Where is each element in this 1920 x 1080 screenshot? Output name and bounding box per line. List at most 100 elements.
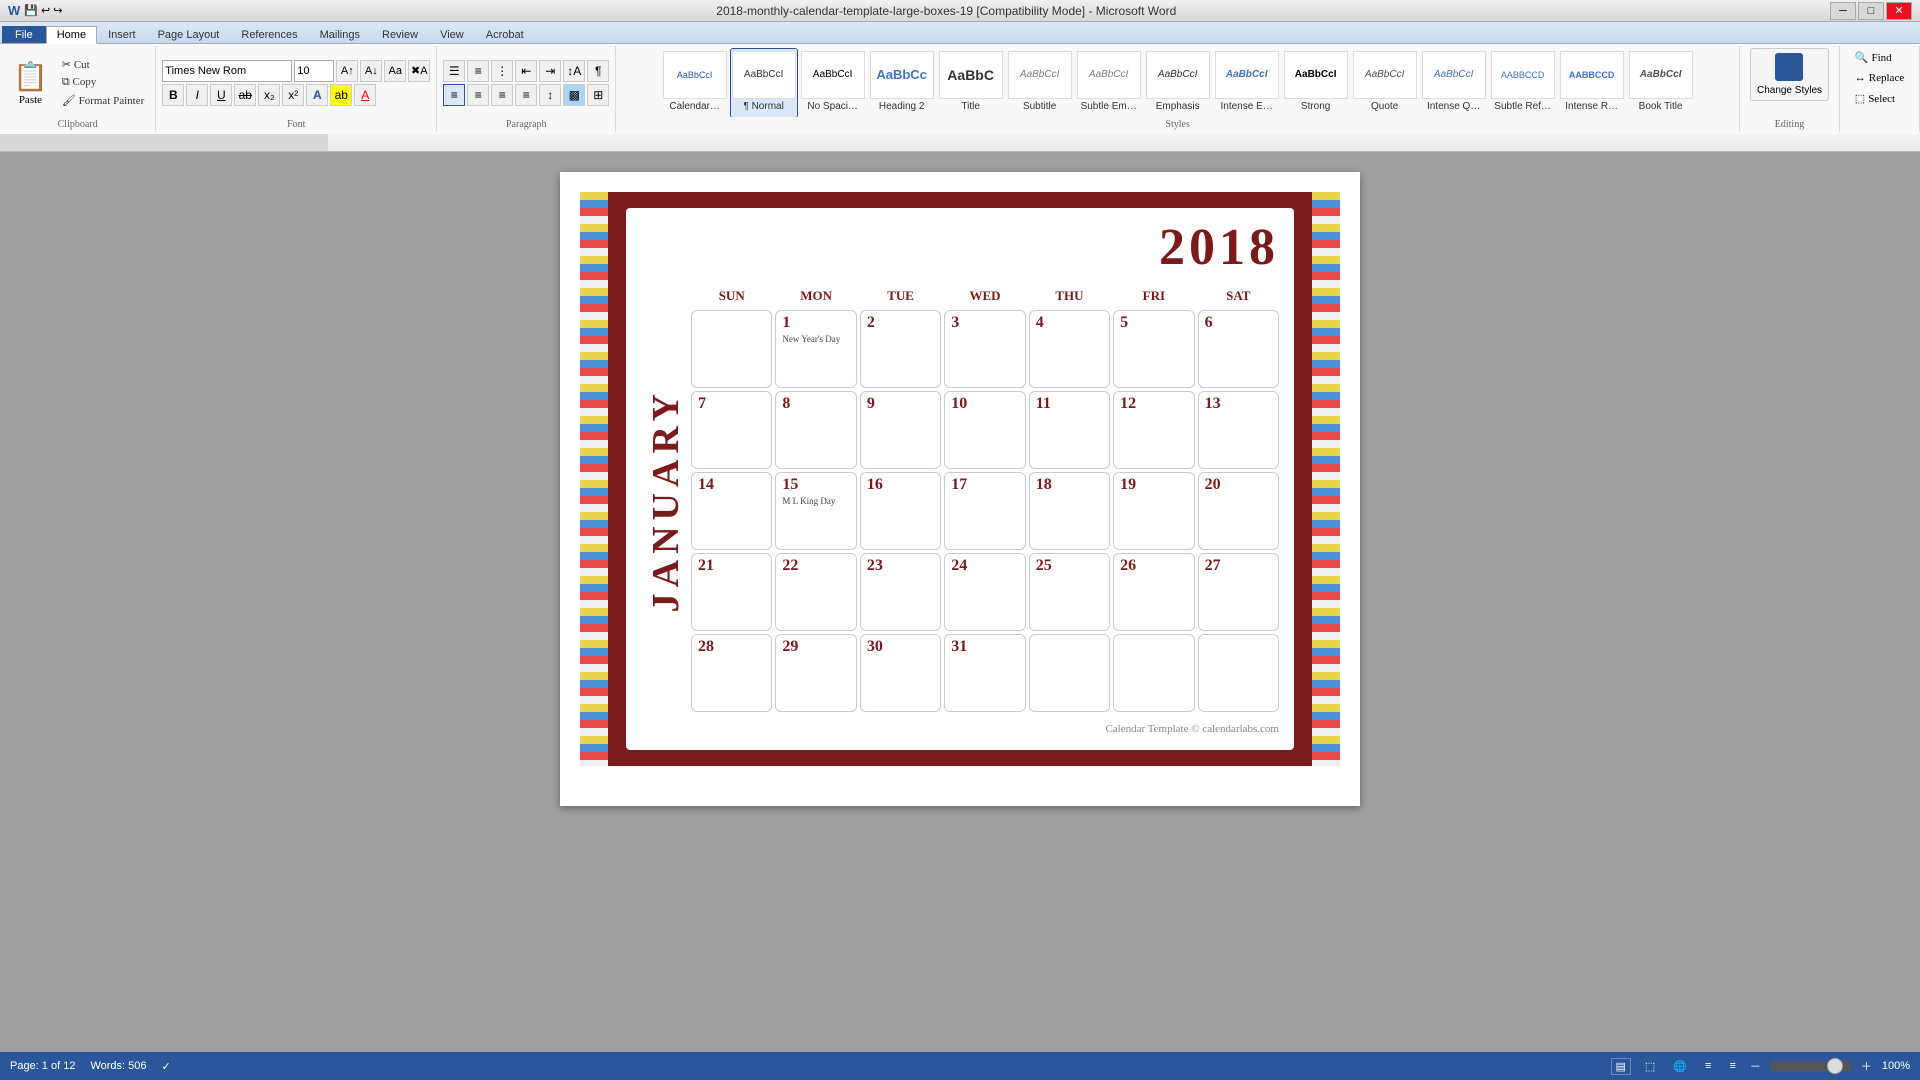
- copy-button[interactable]: ⧉ Copy: [57, 74, 149, 91]
- tab-references[interactable]: References: [230, 26, 308, 43]
- tab-review[interactable]: Review: [371, 26, 429, 43]
- strikethrough-button[interactable]: ab: [234, 84, 256, 106]
- cal-cell-18[interactable]: 18: [1029, 472, 1110, 550]
- cal-cell-8[interactable]: 8: [775, 391, 856, 469]
- cal-cell-31[interactable]: 31: [944, 634, 1025, 712]
- cal-cell-9[interactable]: 9: [860, 391, 941, 469]
- superscript-button[interactable]: x²: [282, 84, 304, 106]
- style-item-title[interactable]: AaBbC Title: [937, 48, 1005, 117]
- increase-indent-button[interactable]: ⇥: [539, 60, 561, 82]
- style-item-h2[interactable]: AaBbCc Heading 2: [868, 48, 936, 117]
- cal-cell-2[interactable]: 2: [860, 310, 941, 388]
- zoom-slider[interactable]: [1771, 1061, 1851, 1071]
- underline-button[interactable]: U: [210, 84, 232, 106]
- style-item-intenseref[interactable]: AABBCCD Intense R…: [1558, 48, 1626, 117]
- cal-cell-26[interactable]: 26: [1113, 553, 1194, 631]
- bold-button[interactable]: B: [162, 84, 184, 106]
- tab-acrobat[interactable]: Acrobat: [475, 26, 535, 43]
- font-family-input[interactable]: [162, 60, 292, 82]
- zoom-out-button[interactable]: －: [1750, 1058, 1761, 1074]
- view-print-button[interactable]: ▤: [1611, 1058, 1631, 1075]
- align-center-button[interactable]: ≡: [467, 84, 489, 106]
- cut-button[interactable]: ✂ Cut: [57, 56, 149, 73]
- justify-button[interactable]: ≡: [515, 84, 537, 106]
- cal-cell-24[interactable]: 24: [944, 553, 1025, 631]
- cal-cell-4[interactable]: 4: [1029, 310, 1110, 388]
- decrease-indent-button[interactable]: ⇤: [515, 60, 537, 82]
- style-item-booktitle[interactable]: AaBbCcI Book Title: [1627, 48, 1695, 117]
- view-full-button[interactable]: ⬚: [1641, 1059, 1659, 1074]
- style-item-subtleem[interactable]: AaBbCcI Subtle Em…: [1075, 48, 1143, 117]
- minimize-button[interactable]: ─: [1830, 2, 1856, 20]
- bullets-button[interactable]: ☰: [443, 60, 465, 82]
- maximize-button[interactable]: □: [1858, 2, 1884, 20]
- close-button[interactable]: ✕: [1886, 2, 1912, 20]
- cal-cell-5[interactable]: 5: [1113, 310, 1194, 388]
- highlight-button[interactable]: ab: [330, 84, 352, 106]
- view-outline-button[interactable]: ≡: [1701, 1059, 1715, 1073]
- cal-cell-25[interactable]: 25: [1029, 553, 1110, 631]
- style-item-intenseem[interactable]: AaBbCcI Intense E…: [1213, 48, 1281, 117]
- style-item-subtitle[interactable]: AaBbCcI Subtitle: [1006, 48, 1074, 117]
- find-button[interactable]: 🔍 Find: [1850, 48, 1897, 67]
- style-item-normal[interactable]: AaBbCcI ¶ Normal: [730, 48, 798, 117]
- tab-page-layout[interactable]: Page Layout: [147, 26, 231, 43]
- style-item-quote[interactable]: AaBbCcI Quote: [1351, 48, 1419, 117]
- numbering-button[interactable]: ≡: [467, 60, 489, 82]
- show-hide-button[interactable]: ¶: [587, 60, 609, 82]
- cal-cell-23[interactable]: 23: [860, 553, 941, 631]
- zoom-in-button[interactable]: ＋: [1861, 1058, 1872, 1074]
- tab-insert[interactable]: Insert: [97, 26, 147, 43]
- change-styles-button[interactable]: Change Styles: [1750, 48, 1829, 101]
- multilevel-button[interactable]: ⋮: [491, 60, 513, 82]
- format-painter-button[interactable]: 🖌 Format Painter: [57, 92, 149, 109]
- change-case-button[interactable]: Aa: [384, 60, 406, 82]
- spell-check-icon[interactable]: ✓: [162, 1060, 171, 1073]
- cal-cell-12[interactable]: 12: [1113, 391, 1194, 469]
- align-right-button[interactable]: ≡: [491, 84, 513, 106]
- cal-cell-19[interactable]: 19: [1113, 472, 1194, 550]
- sort-button[interactable]: ↕A: [563, 60, 585, 82]
- cal-cell-21[interactable]: 21: [691, 553, 772, 631]
- tab-mailings[interactable]: Mailings: [309, 26, 371, 43]
- style-item-subtleref[interactable]: AABBCCD Subtle Ref…: [1489, 48, 1557, 117]
- cal-cell-17[interactable]: 17: [944, 472, 1025, 550]
- tab-file[interactable]: File: [2, 26, 46, 43]
- cal-cell-15[interactable]: 15 M L King Day: [775, 472, 856, 550]
- style-item-strong[interactable]: AaBbCcI Strong: [1282, 48, 1350, 117]
- cal-cell-22[interactable]: 22: [775, 553, 856, 631]
- select-button[interactable]: ⬚ Select: [1850, 89, 1900, 108]
- style-item-emphasis[interactable]: AaBbCcI Emphasis: [1144, 48, 1212, 117]
- cal-cell-6[interactable]: 6: [1198, 310, 1279, 388]
- cal-cell-16[interactable]: 16: [860, 472, 941, 550]
- font-grow-button[interactable]: A↑: [336, 60, 358, 82]
- replace-button[interactable]: ↔ Replace: [1850, 69, 1909, 87]
- text-effect-button[interactable]: A: [306, 84, 328, 106]
- zoom-level[interactable]: 100%: [1882, 1060, 1910, 1072]
- view-web-button[interactable]: 🌐: [1669, 1059, 1691, 1074]
- clear-formatting-button[interactable]: ✖A: [408, 60, 430, 82]
- cal-cell-14[interactable]: 14: [691, 472, 772, 550]
- cal-cell-27[interactable]: 27: [1198, 553, 1279, 631]
- view-draft-button[interactable]: ≡: [1725, 1059, 1739, 1073]
- cal-cell-20[interactable]: 20: [1198, 472, 1279, 550]
- cal-cell-10[interactable]: 10: [944, 391, 1025, 469]
- tab-view[interactable]: View: [429, 26, 475, 43]
- font-size-input[interactable]: [294, 60, 334, 82]
- cal-cell-13[interactable]: 13: [1198, 391, 1279, 469]
- shading-button[interactable]: ▩: [563, 84, 585, 106]
- line-spacing-button[interactable]: ↕: [539, 84, 561, 106]
- style-item-intenseq[interactable]: AaBbCcI Intense Q…: [1420, 48, 1488, 117]
- cal-cell-7[interactable]: 7: [691, 391, 772, 469]
- cal-cell-29[interactable]: 29: [775, 634, 856, 712]
- font-color-button[interactable]: A: [354, 84, 376, 106]
- paste-button[interactable]: 📋 Paste: [6, 57, 55, 109]
- title-bar-controls[interactable]: ─ □ ✕: [1830, 2, 1912, 20]
- subscript-button[interactable]: x₂: [258, 84, 280, 106]
- cal-cell-3[interactable]: 3: [944, 310, 1025, 388]
- font-shrink-button[interactable]: A↓: [360, 60, 382, 82]
- cal-cell-11[interactable]: 11: [1029, 391, 1110, 469]
- cal-cell-30[interactable]: 30: [860, 634, 941, 712]
- cal-cell-28[interactable]: 28: [691, 634, 772, 712]
- align-left-button[interactable]: ≡: [443, 84, 465, 106]
